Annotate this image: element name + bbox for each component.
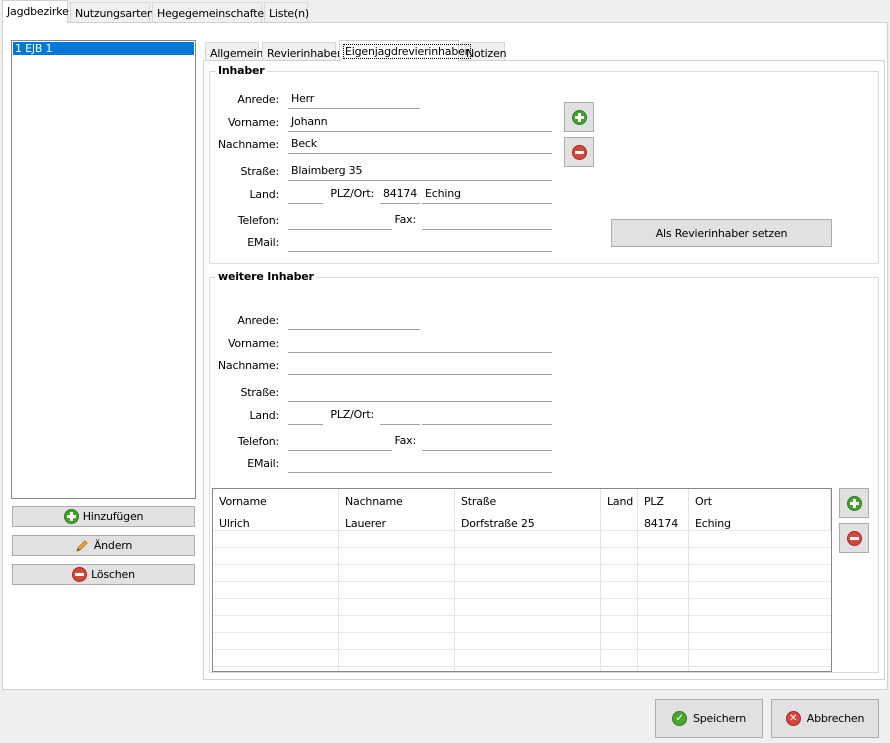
tab-label: Nutzungsarten bbox=[75, 7, 154, 20]
list-item[interactable]: 1 EJB 1 bbox=[13, 42, 194, 55]
tab-revierinhaber[interactable]: Revierinhaber bbox=[262, 42, 341, 62]
more-land-label: Land: bbox=[249, 409, 279, 422]
more-email-field[interactable] bbox=[288, 455, 552, 473]
jagdbezirk-list[interactable]: 1 EJB 1 bbox=[11, 40, 196, 499]
tab-jagdbezirke[interactable]: Jagdbezirke bbox=[2, 0, 69, 23]
grid-header-ort[interactable]: Ort bbox=[689, 489, 831, 513]
tab-allgemein[interactable]: Allgemein bbox=[205, 42, 263, 62]
remove-grid-row-button[interactable] bbox=[839, 523, 869, 553]
plus-circle-icon bbox=[846, 495, 862, 511]
grid-header-nachname[interactable]: Nachname bbox=[339, 489, 455, 513]
eigenjagdrevierinhaber-page: Inhaber Anrede: Herr Vorname: Johann Nac… bbox=[203, 60, 885, 680]
weitere-inhaber-title: weitere Inhaber bbox=[216, 270, 316, 283]
add-grid-row-button[interactable] bbox=[839, 488, 869, 518]
minus-circle-icon bbox=[72, 567, 88, 582]
cancel-button-label: Abbrechen bbox=[806, 712, 865, 725]
pencil-icon bbox=[75, 538, 90, 553]
tab-label: Liste(n) bbox=[269, 7, 309, 20]
plus-circle-icon bbox=[63, 509, 79, 524]
more-vorname-label: Vorname: bbox=[227, 337, 279, 350]
more-vorname-field[interactable] bbox=[288, 335, 552, 353]
grid-header-vorname[interactable]: Vorname bbox=[213, 489, 339, 513]
more-telefon-field[interactable] bbox=[288, 433, 392, 451]
more-strasse-field[interactable] bbox=[288, 384, 552, 402]
land-label: Land: bbox=[249, 188, 279, 201]
nachname-field[interactable]: Beck bbox=[288, 136, 552, 154]
table-cell[interactable]: Eching bbox=[689, 514, 831, 531]
add-button-label: Hinzufügen bbox=[82, 510, 144, 523]
table-cell[interactable]: 84174 bbox=[638, 514, 689, 531]
delete-button[interactable]: Löschen bbox=[12, 564, 195, 585]
tab-label: Notizen bbox=[466, 47, 507, 60]
strasse-label: Straße: bbox=[240, 165, 279, 178]
add-owner-button[interactable] bbox=[564, 102, 594, 132]
list-item-label: 1 EJB 1 bbox=[15, 42, 53, 55]
delete-button-label: Löschen bbox=[91, 568, 135, 581]
fax-label: Fax: bbox=[394, 213, 417, 226]
cancel-button[interactable]: ✕ Abbrechen bbox=[771, 699, 879, 738]
strasse-field[interactable]: Blaimberg 35 bbox=[288, 163, 552, 181]
anrede-label: Anrede: bbox=[237, 93, 279, 106]
grid-header-plz[interactable]: PLZ bbox=[638, 489, 689, 513]
edit-button-label: Ändern bbox=[93, 539, 133, 552]
more-ort-field[interactable] bbox=[422, 407, 552, 425]
save-button-label: Speichern bbox=[692, 712, 747, 725]
email-label: EMail: bbox=[247, 236, 279, 249]
plz-ort-label: PLZ/Ort: bbox=[330, 187, 374, 200]
more-fax-label: Fax: bbox=[394, 434, 417, 447]
add-button[interactable]: Hinzufügen bbox=[12, 506, 195, 527]
table-cell[interactable]: Ulrich bbox=[213, 514, 339, 531]
grid-header-strasse[interactable]: Straße bbox=[455, 489, 601, 513]
vorname-label: Vorname: bbox=[227, 116, 279, 129]
more-fax-field[interactable] bbox=[422, 433, 552, 451]
tab-label: Hegegemeinschaften bbox=[157, 7, 271, 20]
tab-nutzungsarten[interactable]: Nutzungsarten bbox=[70, 2, 154, 23]
minus-circle-icon bbox=[571, 144, 587, 160]
grid-empty-area bbox=[213, 531, 831, 671]
more-plz-ort-label: PLZ/Ort: bbox=[330, 408, 374, 421]
nachname-label: Nachname: bbox=[217, 138, 279, 151]
plz-field[interactable]: 84174 bbox=[380, 186, 420, 204]
grid-header-land[interactable]: Land bbox=[601, 489, 638, 513]
tab-hegegemeinschaften[interactable]: Hegegemeinschaften bbox=[152, 2, 271, 23]
vorname-field[interactable]: Johann bbox=[288, 114, 552, 132]
tab-label: Allgemein bbox=[210, 47, 264, 60]
plus-circle-icon bbox=[571, 109, 587, 125]
more-nachname-label: Nachname: bbox=[217, 359, 279, 372]
ort-field[interactable]: Eching bbox=[422, 186, 552, 204]
more-telefon-label: Telefon: bbox=[237, 435, 279, 448]
more-plz-field[interactable] bbox=[380, 407, 420, 425]
more-land-field[interactable] bbox=[288, 407, 323, 425]
owners-grid[interactable]: Vorname Nachname Straße Land PLZ Ort Ulr… bbox=[212, 488, 832, 672]
telefon-label: Telefon: bbox=[237, 214, 279, 227]
set-revierinhaber-label: Als Revierinhaber setzen bbox=[655, 226, 788, 240]
table-cell[interactable] bbox=[601, 514, 638, 531]
check-icon: ✓ bbox=[671, 711, 687, 726]
inhaber-group-title: Inhaber bbox=[216, 64, 267, 77]
x-circle-icon: ✕ bbox=[785, 711, 801, 726]
fax-field[interactable] bbox=[422, 212, 552, 230]
email-field[interactable] bbox=[288, 234, 552, 252]
anrede-field[interactable]: Herr bbox=[288, 91, 420, 109]
table-cell[interactable]: Dorfstraße 25 bbox=[455, 514, 601, 531]
tab-label: Jagdbezirke bbox=[7, 5, 69, 18]
set-revierinhaber-button[interactable]: Als Revierinhaber setzen bbox=[611, 219, 832, 247]
more-anrede-label: Anrede: bbox=[237, 314, 279, 327]
remove-owner-button[interactable] bbox=[564, 137, 594, 167]
save-button[interactable]: ✓ Speichern bbox=[655, 699, 763, 738]
more-strasse-label: Straße: bbox=[240, 386, 279, 399]
table-cell[interactable]: Lauerer bbox=[339, 514, 455, 531]
telefon-field[interactable] bbox=[288, 212, 392, 230]
land-field[interactable] bbox=[288, 186, 323, 204]
tab-label: Revierinhaber bbox=[267, 47, 342, 60]
edit-button[interactable]: Ändern bbox=[12, 535, 195, 556]
more-email-label: EMail: bbox=[247, 457, 279, 470]
more-anrede-field[interactable] bbox=[288, 312, 420, 330]
tab-listen[interactable]: Liste(n) bbox=[264, 2, 309, 23]
tab-eigenjagdrevierinhaber[interactable]: Eigenjagdrevierinhaber bbox=[339, 40, 472, 62]
more-nachname-field[interactable] bbox=[288, 357, 552, 375]
minus-circle-icon bbox=[846, 530, 862, 546]
tab-label: Eigenjagdrevierinhaber bbox=[342, 44, 472, 59]
